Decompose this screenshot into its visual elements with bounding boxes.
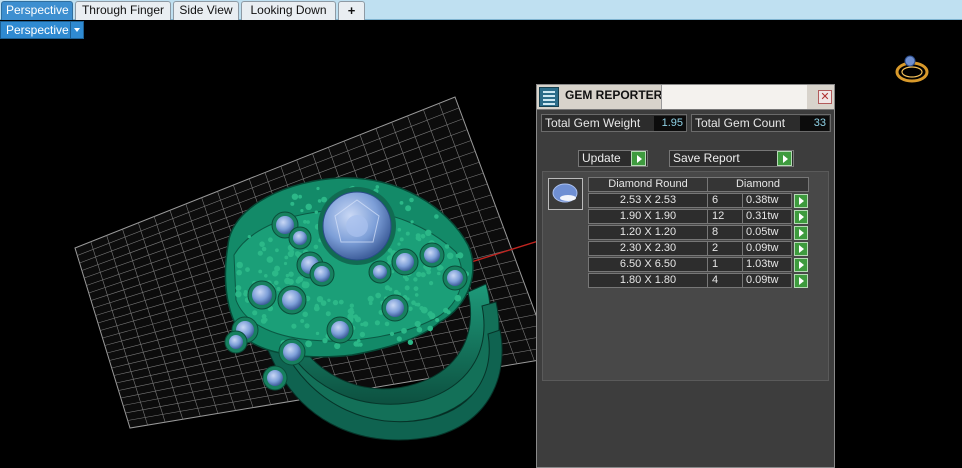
select-gem-button[interactable] xyxy=(794,258,808,272)
update-button-label: Update xyxy=(582,151,621,165)
gem-size: 1.20 X 1.20 xyxy=(588,225,708,240)
column-header-cut: Diamond Round xyxy=(588,177,708,192)
save-report-button[interactable]: Save Report xyxy=(669,150,794,167)
total-gem-count-value: 33 xyxy=(800,116,829,131)
total-gem-count-field: Total Gem Count 33 xyxy=(691,114,831,132)
play-icon xyxy=(631,151,646,166)
panel-titlebar[interactable]: GEM REPORTER ✕ xyxy=(537,85,834,110)
tab-through-finger[interactable]: Through Finger xyxy=(75,1,171,20)
gem-weight: 0.09tw xyxy=(742,273,792,288)
total-gem-weight-label: Total Gem Weight xyxy=(545,116,641,130)
gem-weight: 0.38tw xyxy=(742,193,792,208)
play-icon xyxy=(777,151,792,166)
total-gem-weight-value: 1.95 xyxy=(654,116,686,131)
gem-count: 1 xyxy=(707,257,743,272)
gem-weight: 0.09tw xyxy=(742,241,792,256)
save-report-button-label: Save Report xyxy=(673,151,740,165)
gem-count: 12 xyxy=(707,209,743,224)
select-gem-button[interactable] xyxy=(794,242,808,256)
gem-weight: 1.03tw xyxy=(742,257,792,272)
gem-size: 6.50 X 6.50 xyxy=(588,257,708,272)
gem-report-area: Diamond Round Diamond 2.53 X 2.53 6 0.38… xyxy=(542,171,829,381)
total-gem-count-label: Total Gem Count xyxy=(695,116,786,130)
add-tab-button[interactable]: + xyxy=(338,1,365,20)
gem-weight: 0.31tw xyxy=(742,209,792,224)
view-tab-bar: Perspective Through Finger Side View Loo… xyxy=(0,0,962,20)
gem-reporter-panel: GEM REPORTER ✕ Total Gem Weight 1.95 Tot… xyxy=(536,84,835,468)
tab-side-view[interactable]: Side View xyxy=(173,1,239,20)
total-gem-weight-field: Total Gem Weight 1.95 xyxy=(541,114,687,132)
select-gem-button[interactable] xyxy=(794,226,808,240)
gem-size: 2.30 X 2.30 xyxy=(588,241,708,256)
tab-perspective[interactable]: Perspective xyxy=(1,1,73,20)
update-button[interactable]: Update xyxy=(578,150,648,167)
column-header-material: Diamond xyxy=(707,177,809,192)
select-gem-button[interactable] xyxy=(794,274,808,288)
gem-thumbnail[interactable] xyxy=(548,178,583,210)
gem-size: 2.53 X 2.53 xyxy=(588,193,708,208)
gem-size: 1.80 X 1.80 xyxy=(588,273,708,288)
gem-count: 8 xyxy=(707,225,743,240)
viewport-selector-label[interactable]: Perspective xyxy=(0,21,71,39)
orientation-ring-icon[interactable] xyxy=(895,55,929,83)
gem-count: 6 xyxy=(707,193,743,208)
tab-looking-down[interactable]: Looking Down xyxy=(241,1,336,20)
close-icon[interactable]: ✕ xyxy=(818,90,832,104)
viewport-selector[interactable]: Perspective xyxy=(0,21,84,39)
select-gem-button[interactable] xyxy=(794,194,808,208)
gem-size: 1.90 X 1.90 xyxy=(588,209,708,224)
gem-count: 2 xyxy=(707,241,743,256)
chevron-down-icon[interactable] xyxy=(71,21,84,39)
panel-title: GEM REPORTER xyxy=(565,88,663,102)
gem-weight: 0.05tw xyxy=(742,225,792,240)
gem-count: 4 xyxy=(707,273,743,288)
gem-reporter-icon xyxy=(539,87,559,107)
select-gem-button[interactable] xyxy=(794,210,808,224)
